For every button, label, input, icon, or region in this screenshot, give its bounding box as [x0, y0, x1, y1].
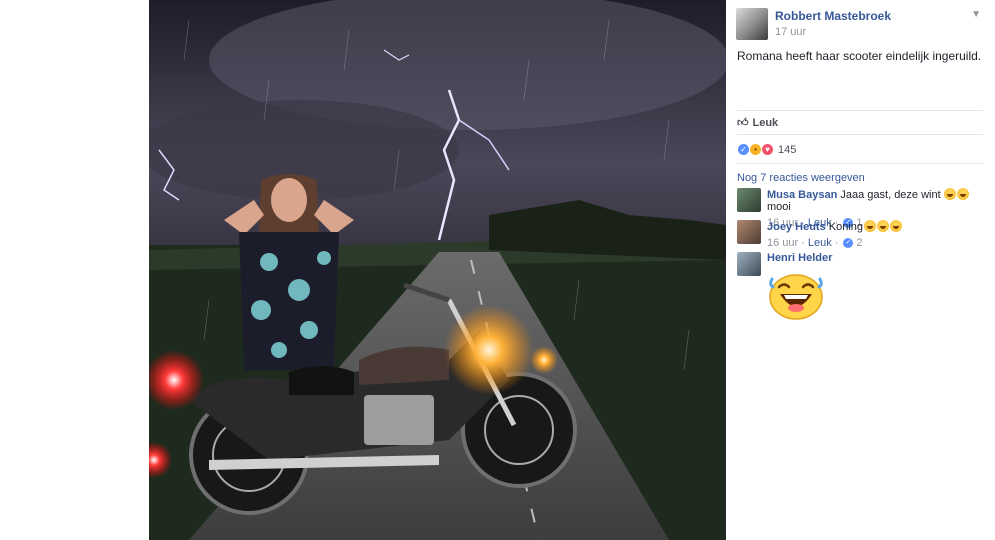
commenter-avatar[interactable] [737, 252, 761, 276]
commenter-name[interactable]: Henri Helder [767, 252, 832, 264]
commenter-avatar[interactable] [737, 188, 761, 212]
reaction-summary[interactable]: ✓ • ♥ 145 [737, 143, 796, 156]
laughing-emoji-icon [863, 220, 876, 232]
laughing-emoji-icon [876, 220, 889, 232]
comment-text: Koning [828, 221, 864, 233]
like-reaction-icon: ✓ [843, 238, 854, 248]
comment-like-count[interactable]: 2 [856, 237, 862, 249]
chevron-down-icon[interactable]: ▼ [971, 9, 981, 20]
comment-time[interactable]: 16 uur [767, 237, 798, 249]
like-label: Leuk [752, 116, 779, 129]
view-more-comments-link[interactable]: Nog 7 reacties weergeven [737, 172, 865, 184]
love-reaction-icon: ♥ [761, 143, 774, 156]
commenter-avatar[interactable] [737, 220, 761, 244]
author-row: Robbert Mastebroek 17 uur ▼ [726, 0, 995, 50]
storm-motorcycle-image [149, 0, 726, 540]
reaction-count: 145 [778, 143, 797, 156]
laughing-emoji-icon [957, 188, 970, 200]
post-text: Romana heeft haar scooter eindelijk inge… [737, 49, 982, 63]
comment-text-end: mooi [767, 201, 791, 213]
author-avatar[interactable] [736, 8, 768, 40]
empty-area [726, 321, 995, 540]
laughing-emoji-icon [889, 220, 902, 232]
laughing-face-sticker[interactable] [767, 267, 825, 321]
divider [737, 134, 983, 135]
commenter-name[interactable]: Musa Baysan [767, 189, 837, 201]
post-timestamp[interactable]: 17 uur [775, 26, 806, 38]
comment: Musa Baysan Jaaa gast, deze wint mooi 16… [737, 188, 987, 229]
comment: Joey Heuts Koning 16 uur · Leuk · ✓ 2 [737, 220, 987, 250]
commenter-name[interactable]: Joey Heuts [767, 221, 826, 233]
thumbs-up-icon: 👍︎ [737, 117, 749, 129]
laughing-emoji-icon [944, 188, 957, 200]
like-button[interactable]: 👍︎ Leuk [737, 116, 779, 130]
divider [737, 163, 983, 164]
author-name[interactable]: Robbert Mastebroek [775, 9, 891, 23]
post-photo[interactable] [149, 0, 726, 540]
comment-like-button[interactable]: Leuk [808, 237, 832, 249]
comment-text: Jaaa gast, deze wint [840, 189, 941, 201]
divider [737, 110, 983, 111]
